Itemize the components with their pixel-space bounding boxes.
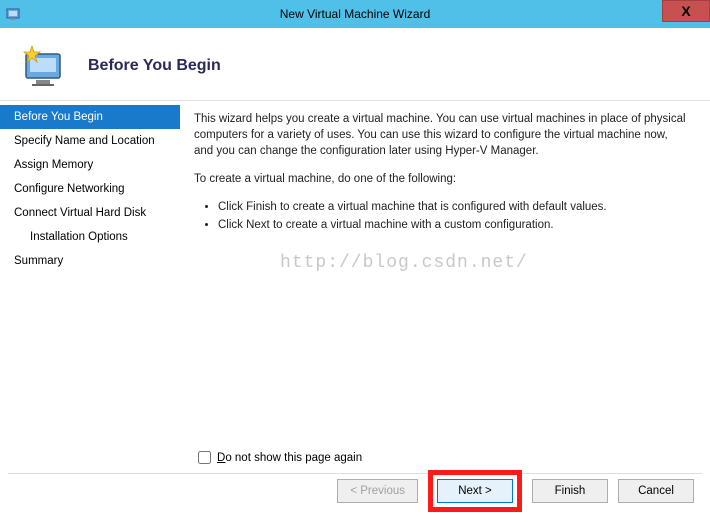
dont-show-checkbox[interactable]	[198, 451, 211, 464]
wizard-sidebar: Before You Begin Specify Name and Locati…	[0, 101, 180, 461]
wizard-icon	[18, 42, 66, 90]
wizard-header: Before You Begin	[0, 28, 710, 101]
page-title: Before You Begin	[88, 57, 221, 75]
sidebar-item-assign-memory[interactable]: Assign Memory	[0, 153, 180, 177]
button-row: < Previous Next > Finish Cancel	[337, 470, 694, 512]
bullet-finish: Click Finish to create a virtual machine…	[218, 199, 690, 215]
titlebar: New Virtual Machine Wizard X	[0, 0, 710, 28]
next-button[interactable]: Next >	[437, 479, 513, 503]
app-icon	[6, 6, 22, 22]
bullet-next: Click Next to create a virtual machine w…	[218, 217, 690, 233]
finish-button[interactable]: Finish	[532, 479, 608, 503]
sidebar-item-connect-vhd[interactable]: Connect Virtual Hard Disk	[0, 201, 180, 225]
previous-button: < Previous	[337, 479, 418, 503]
watermark-text: http://blog.csdn.net/	[280, 251, 528, 276]
next-button-highlight: Next >	[428, 470, 522, 512]
cancel-button[interactable]: Cancel	[618, 479, 694, 503]
wizard-body: Before You Begin Specify Name and Locati…	[0, 101, 710, 461]
sidebar-item-installation-options[interactable]: Installation Options	[0, 225, 180, 249]
intro-text: This wizard helps you create a virtual m…	[194, 111, 690, 159]
window-title: New Virtual Machine Wizard	[280, 7, 431, 21]
sidebar-item-before-you-begin[interactable]: Before You Begin	[0, 105, 180, 129]
close-button[interactable]: X	[662, 0, 710, 22]
main-content: This wizard helps you create a virtual m…	[180, 101, 710, 461]
dont-show-label: Do not show this page again	[217, 452, 362, 464]
sidebar-item-configure-networking[interactable]: Configure Networking	[0, 177, 180, 201]
bullet-list: Click Finish to create a virtual machine…	[218, 199, 690, 233]
sidebar-item-summary[interactable]: Summary	[0, 249, 180, 273]
sidebar-item-specify-name[interactable]: Specify Name and Location	[0, 129, 180, 153]
prompt-text: To create a virtual machine, do one of t…	[194, 171, 690, 187]
dont-show-checkbox-row[interactable]: Do not show this page again	[198, 451, 362, 464]
